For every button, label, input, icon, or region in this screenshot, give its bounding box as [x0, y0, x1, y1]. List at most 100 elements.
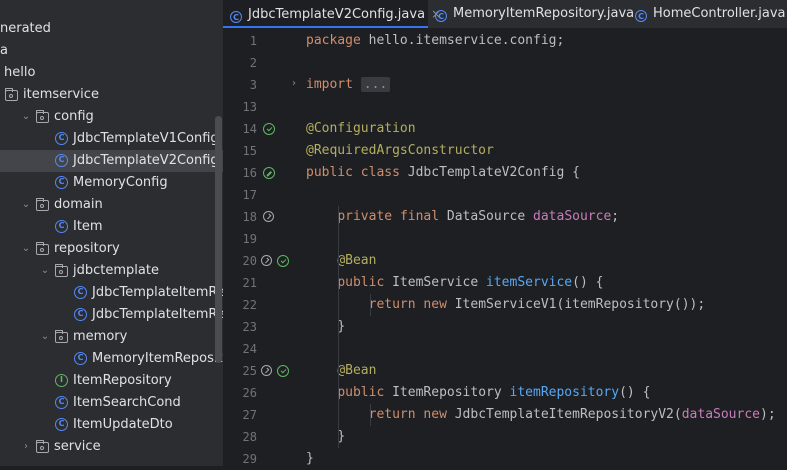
tree-item[interactable]: hello: [0, 62, 223, 84]
line-number: 18: [242, 210, 257, 224]
code-line[interactable]: package hello.itemservice.config;: [306, 30, 564, 52]
spring-bean-icon[interactable]: [277, 365, 289, 377]
line-number: 19: [242, 232, 257, 246]
code-line[interactable]: @Bean: [306, 250, 376, 272]
tree-item-label: JdbcTemplateItemRepo: [92, 307, 223, 322]
tree-item[interactable]: C MemoryItemRepository: [0, 348, 223, 370]
tree-item[interactable]: C ItemUpdateDto: [0, 414, 223, 436]
tree-item[interactable]: C MemoryConfig: [0, 172, 223, 194]
tree-item[interactable]: itemservice: [0, 84, 223, 106]
chevron-right-icon[interactable]: ›: [20, 436, 32, 458]
tree-item[interactable]: nerated: [0, 18, 223, 40]
line-number: 17: [242, 188, 257, 202]
code-line[interactable]: return new JdbcTemplateItemRepositoryV2(…: [306, 404, 776, 426]
class-icon: C: [635, 10, 647, 22]
chevron-down-icon[interactable]: ⌄: [39, 326, 51, 348]
folder-icon: [36, 198, 49, 211]
code-line[interactable]: public ItemService itemService() {: [306, 272, 603, 294]
chevron-down-icon[interactable]: ⌄: [20, 106, 32, 128]
tree-item[interactable]: ⌄ memory: [0, 326, 223, 348]
navigate-icon[interactable]: [261, 255, 272, 266]
tree-item[interactable]: C JdbcTemplateItemRepo: [0, 282, 223, 304]
indent-guide: [338, 206, 339, 448]
code-line[interactable]: }: [306, 426, 345, 448]
tree-item[interactable]: a: [0, 40, 223, 62]
tree-item-label: a: [0, 43, 8, 58]
tree-item[interactable]: ⌄ config: [0, 106, 223, 128]
tree-item-label: memory: [73, 329, 128, 344]
sidebar-scrollbar[interactable]: [215, 116, 222, 363]
tree-item-label: JdbcTemplateV2Config: [73, 153, 219, 168]
class-icon: C: [55, 132, 68, 145]
tree-item[interactable]: › service: [0, 436, 223, 458]
line-number: 22: [242, 298, 257, 312]
code-line[interactable]: import ...: [306, 74, 391, 96]
interface-icon: I: [55, 374, 68, 387]
line-number: 27: [242, 408, 257, 422]
tree-item-label: MemoryConfig: [73, 175, 168, 190]
line-number: 16: [242, 166, 257, 180]
class-icon: C: [74, 286, 87, 299]
tree-item[interactable]: I ItemRepository: [0, 370, 223, 392]
code-editor[interactable]: 1 package hello.itemservice.config; 2 3 › imp…: [223, 29, 787, 466]
line-number: 26: [242, 386, 257, 400]
spring-bean-icon[interactable]: [263, 167, 275, 179]
tree-item-label: repository: [54, 241, 120, 256]
editor-tab[interactable]: C HomeController.java: [628, 0, 787, 28]
editor-tab-bar: C JdbcTemplateV2Config.java × C MemoryItemRe…: [223, 0, 787, 29]
folder-icon: [36, 110, 49, 123]
class-icon: C: [55, 154, 68, 167]
navigate-icon[interactable]: [261, 365, 272, 376]
spring-bean-icon[interactable]: [263, 123, 275, 135]
line-number: 25: [242, 364, 257, 378]
line-number: 23: [242, 320, 257, 334]
folder-icon: [36, 242, 49, 255]
tree-item[interactable]: C Item: [0, 216, 223, 238]
tree-item[interactable]: C ItemSearchCond: [0, 392, 223, 414]
editor-tab[interactable]: C MemoryItemRepository.java: [428, 0, 634, 28]
code-line[interactable]: public ItemRepository itemRepository() {: [306, 382, 650, 404]
tree-item-label: itemservice: [23, 87, 99, 102]
tree-item[interactable]: ⌄ jdbctemplate: [0, 260, 223, 282]
tree-item-label: MemoryItemRepository: [92, 351, 223, 366]
class-icon: C: [55, 176, 68, 189]
tab-label: MemoryItemRepository.java: [453, 6, 635, 21]
folder-icon: [55, 264, 68, 277]
code-line[interactable]: @Configuration: [306, 118, 416, 140]
code-line[interactable]: private final DataSource dataSource;: [306, 206, 619, 228]
tree-item-label: service: [54, 439, 101, 454]
line-number: 15: [242, 144, 257, 158]
tree-item[interactable]: C JdbcTemplateV1Config: [0, 128, 223, 150]
code-line[interactable]: }: [306, 448, 314, 470]
tree-item-label: ItemRepository: [73, 373, 172, 388]
tree-item[interactable]: ⌄ domain: [0, 194, 223, 216]
class-icon: C: [230, 11, 242, 23]
tree-item-label: ItemSearchCond: [73, 395, 181, 410]
line-number: 24: [242, 342, 257, 356]
spring-bean-icon[interactable]: [277, 255, 289, 267]
tab-label: HomeController.java: [653, 6, 786, 21]
class-icon: C: [435, 10, 447, 22]
chevron-down-icon[interactable]: ⌄: [20, 194, 32, 216]
line-number: 2: [249, 56, 257, 70]
code-line[interactable]: @Bean: [306, 360, 376, 382]
tree-item-label: ItemUpdateDto: [73, 417, 173, 432]
tree-item[interactable]: C JdbcTemplateItemRepo: [0, 304, 223, 326]
fold-chevron-icon[interactable]: ›: [292, 78, 296, 89]
code-line[interactable]: public class JdbcTemplateV2Config {: [306, 162, 580, 184]
code-line[interactable]: @RequiredArgsConstructor: [306, 140, 494, 162]
tree-item-label: hello: [4, 65, 36, 80]
code-line[interactable]: }: [306, 316, 345, 338]
chevron-down-icon[interactable]: ⌄: [39, 260, 51, 282]
class-icon: C: [55, 418, 68, 431]
indent-guide: [370, 294, 371, 316]
tab-label: JdbcTemplateV2Config.java: [248, 7, 426, 22]
code-line[interactable]: return new ItemServiceV1(itemRepository(…: [306, 294, 706, 316]
tree-item-label: config: [54, 109, 94, 124]
navigate-icon[interactable]: [263, 211, 274, 222]
chevron-down-icon[interactable]: ⌄: [20, 238, 32, 260]
tree-item[interactable]: ⌄ repository: [0, 238, 223, 260]
editor-tab[interactable]: C JdbcTemplateV2Config.java ×: [223, 0, 441, 28]
line-number: 20: [242, 254, 257, 268]
tree-item[interactable]: C JdbcTemplateV2Config: [0, 150, 223, 172]
